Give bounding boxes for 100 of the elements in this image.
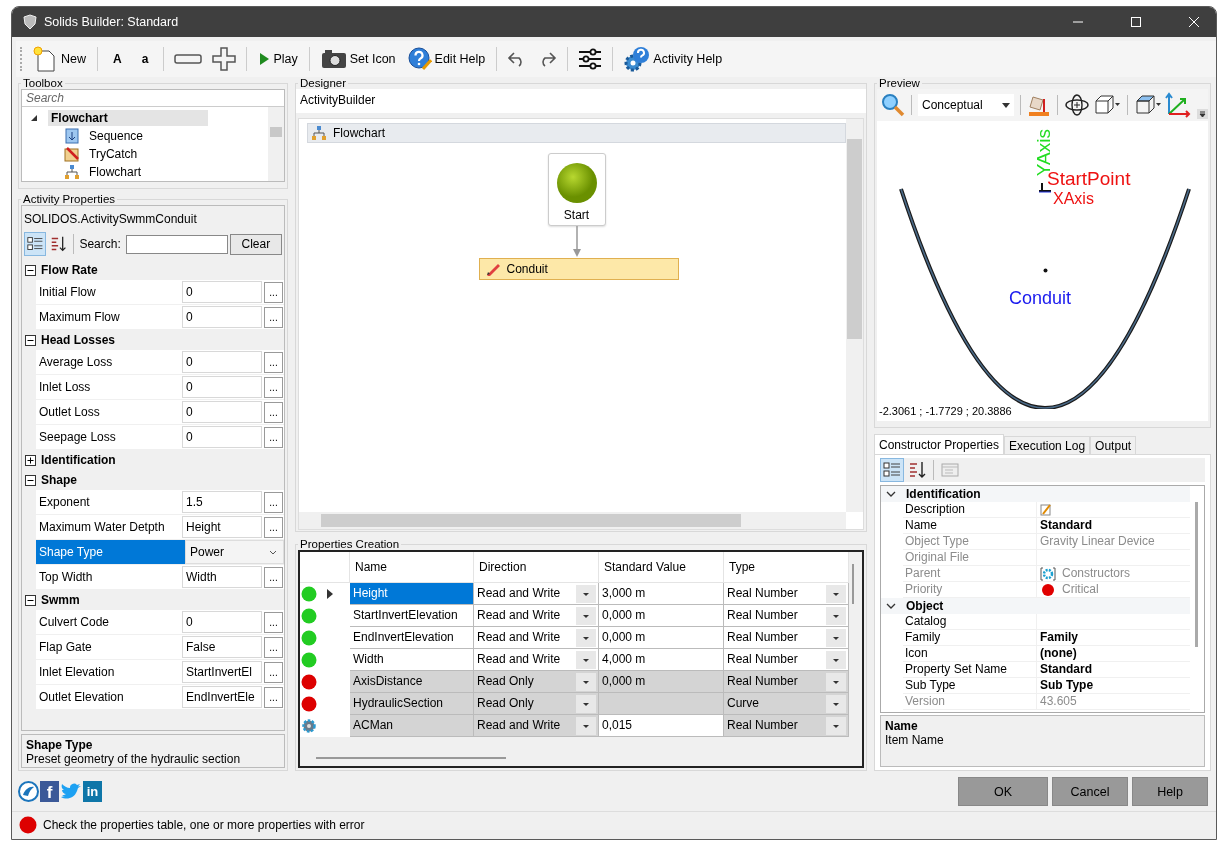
ellipsis-button[interactable]: ... <box>264 376 283 398</box>
table-cell[interactable]: Width <box>350 649 474 671</box>
table-cell[interactable]: AxisDistance <box>350 671 474 693</box>
paint-icon[interactable] <box>1027 93 1051 117</box>
start-node[interactable]: Start <box>547 153 606 226</box>
value-field[interactable]: 0 <box>182 376 262 398</box>
ellipsis-button[interactable]: ... <box>264 281 283 303</box>
value-field[interactable]: Width <box>182 566 262 588</box>
direction-dropdown[interactable]: Read and Write <box>474 649 599 671</box>
new-button[interactable]: New <box>28 44 90 74</box>
expander-icon[interactable] <box>25 264 36 276</box>
chevron-icon[interactable] <box>886 490 896 498</box>
set-icon-button[interactable]: Set Icon <box>316 46 400 72</box>
property-name[interactable]: Flap Gate <box>36 635 182 659</box>
tab[interactable]: Output <box>1090 436 1137 454</box>
column-header[interactable]: Standard Value <box>599 552 724 583</box>
table-cell[interactable]: 4,000 m <box>599 649 724 671</box>
tree-item[interactable]: Flowchart <box>48 110 208 126</box>
property-name[interactable]: Name <box>903 518 1037 533</box>
conduit-activity[interactable]: Conduit <box>478 258 679 280</box>
scrollbar[interactable] <box>299 512 846 529</box>
property-name[interactable]: Family <box>903 630 1037 645</box>
table-cell[interactable]: Height <box>350 583 474 605</box>
property-name[interactable]: Average Loss <box>36 350 182 374</box>
categorized-icon[interactable] <box>880 458 904 482</box>
dialog-button[interactable]: Help <box>1132 777 1208 806</box>
property-name[interactable]: Maximum Flow <box>36 305 182 329</box>
table-cell[interactable]: ACMan <box>350 715 474 737</box>
orbit-icon[interactable] <box>1064 93 1090 117</box>
ellipsis-button[interactable]: ... <box>264 611 283 633</box>
value-field[interactable]: 0 <box>182 401 262 423</box>
cube-icon[interactable] <box>1093 94 1121 116</box>
expander-icon[interactable] <box>25 474 36 486</box>
property-name[interactable]: Outlet Elevation <box>36 685 182 709</box>
edit-icon[interactable] <box>1040 503 1052 516</box>
property-name[interactable]: Exponent <box>36 490 182 514</box>
font-larger-button[interactable]: A <box>105 50 130 68</box>
type-dropdown[interactable]: Real Number <box>724 649 849 671</box>
value-field[interactable]: Height <box>182 516 262 538</box>
direction-dropdown[interactable]: Read and Write <box>474 627 599 649</box>
property-name[interactable]: Inlet Elevation <box>36 660 182 684</box>
property-name[interactable]: Sub Type <box>903 678 1037 693</box>
facebook-link[interactable]: f <box>40 781 59 802</box>
ellipsis-button[interactable]: ... <box>264 661 283 683</box>
plus-icon[interactable] <box>212 47 237 71</box>
direction-dropdown[interactable]: Read and Write <box>474 715 599 737</box>
property-name[interactable]: Description <box>903 502 1037 517</box>
property-name[interactable]: Outlet Loss <box>36 400 182 424</box>
type-dropdown[interactable]: Real Number <box>724 627 849 649</box>
sliders-icon[interactable] <box>578 48 603 70</box>
table-cell[interactable] <box>599 693 724 715</box>
column-header[interactable]: Type <box>724 552 849 583</box>
table-cell[interactable]: 0,000 m <box>599 605 724 627</box>
linkedin-link[interactable]: in <box>83 781 102 802</box>
ellipsis-button[interactable]: ... <box>264 351 283 373</box>
tree-item[interactable]: TryCatch <box>86 146 141 162</box>
ellipsis-button[interactable]: ... <box>264 566 283 588</box>
column-header[interactable]: Direction <box>474 552 599 583</box>
close-icon[interactable] <box>1188 16 1200 28</box>
categorized-icon[interactable] <box>24 232 47 256</box>
type-dropdown[interactable]: Real Number <box>724 605 849 627</box>
tree-item[interactable]: Flowchart <box>86 164 144 180</box>
value-field[interactable]: 0 <box>182 611 262 633</box>
ellipsis-button[interactable]: ... <box>264 401 283 423</box>
direction-dropdown[interactable]: Read and Write <box>474 583 599 605</box>
ellipsis-button[interactable]: ... <box>264 491 283 513</box>
property-name[interactable]: Catalog <box>903 614 1037 629</box>
table-cell[interactable]: 0,000 m <box>599 627 724 649</box>
table-cell[interactable]: EndInvertElevation <box>350 627 474 649</box>
table-cell[interactable]: StartInvertElevation <box>350 605 474 627</box>
search-field[interactable]: Search <box>22 90 284 107</box>
column-header[interactable]: Name <box>350 552 474 583</box>
ellipsis-button[interactable]: ... <box>264 306 283 328</box>
breadcrumb[interactable]: ActivityBuilder <box>296 89 866 113</box>
direction-dropdown[interactable]: Read Only <box>474 693 599 715</box>
dialog-button[interactable]: Cancel <box>1052 777 1128 806</box>
table-cell[interactable]: 0,000 m <box>599 671 724 693</box>
property-name[interactable]: Maximum Water Detpth <box>36 515 182 539</box>
cube-icon[interactable] <box>1134 94 1162 116</box>
chevron-icon[interactable] <box>886 602 896 610</box>
value-field[interactable]: 0 <box>182 281 262 303</box>
value-field[interactable]: StartInvertEl <box>182 661 262 683</box>
expander-icon[interactable] <box>25 454 36 466</box>
table-cell[interactable]: 3,000 m <box>599 583 724 605</box>
value-field[interactable]: 0 <box>182 351 262 373</box>
direction-dropdown[interactable]: Read and Write <box>474 605 599 627</box>
property-name[interactable]: Inlet Loss <box>36 375 182 399</box>
property-name[interactable]: Shape Type <box>36 540 185 564</box>
font-smaller-button[interactable]: a <box>133 50 157 68</box>
expander-icon[interactable] <box>30 114 38 122</box>
expander-icon[interactable] <box>25 594 36 606</box>
property-name[interactable]: Initial Flow <box>36 280 182 304</box>
ellipsis-button[interactable]: ... <box>264 426 283 448</box>
activity-help-button[interactable]: Activity Help <box>620 44 727 74</box>
value-field[interactable]: False <box>182 636 262 658</box>
value-field[interactable]: 0 <box>182 426 262 448</box>
direction-dropdown[interactable]: Read Only <box>474 671 599 693</box>
minus-icon[interactable] <box>174 52 203 66</box>
property-name[interactable]: Culvert Code <box>36 610 182 634</box>
edit-help-button[interactable]: Edit Help <box>403 45 490 73</box>
